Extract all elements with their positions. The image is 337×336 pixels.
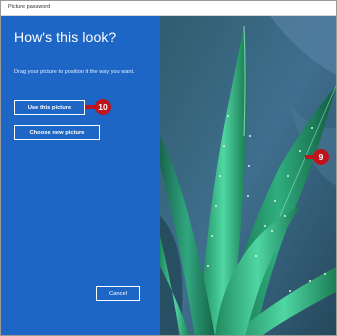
picture-password-window: Picture password How's this look? Drag y… <box>0 0 337 336</box>
use-this-picture-button[interactable]: Use this picture <box>14 100 85 115</box>
step-callout-10: 10 <box>95 99 111 115</box>
page-title: How's this look? <box>14 29 117 45</box>
window-title: Picture password <box>8 4 51 10</box>
picture-preview[interactable] <box>160 16 336 335</box>
step-callout-9: 9 <box>313 149 329 165</box>
aloe-plant-image <box>160 16 336 335</box>
cancel-button[interactable]: Cancel <box>96 286 140 301</box>
instructions-text: Drag your picture to position it the way… <box>14 69 135 75</box>
title-bar[interactable]: Picture password <box>1 1 336 16</box>
choose-new-picture-button[interactable]: Choose new picture <box>14 125 100 140</box>
